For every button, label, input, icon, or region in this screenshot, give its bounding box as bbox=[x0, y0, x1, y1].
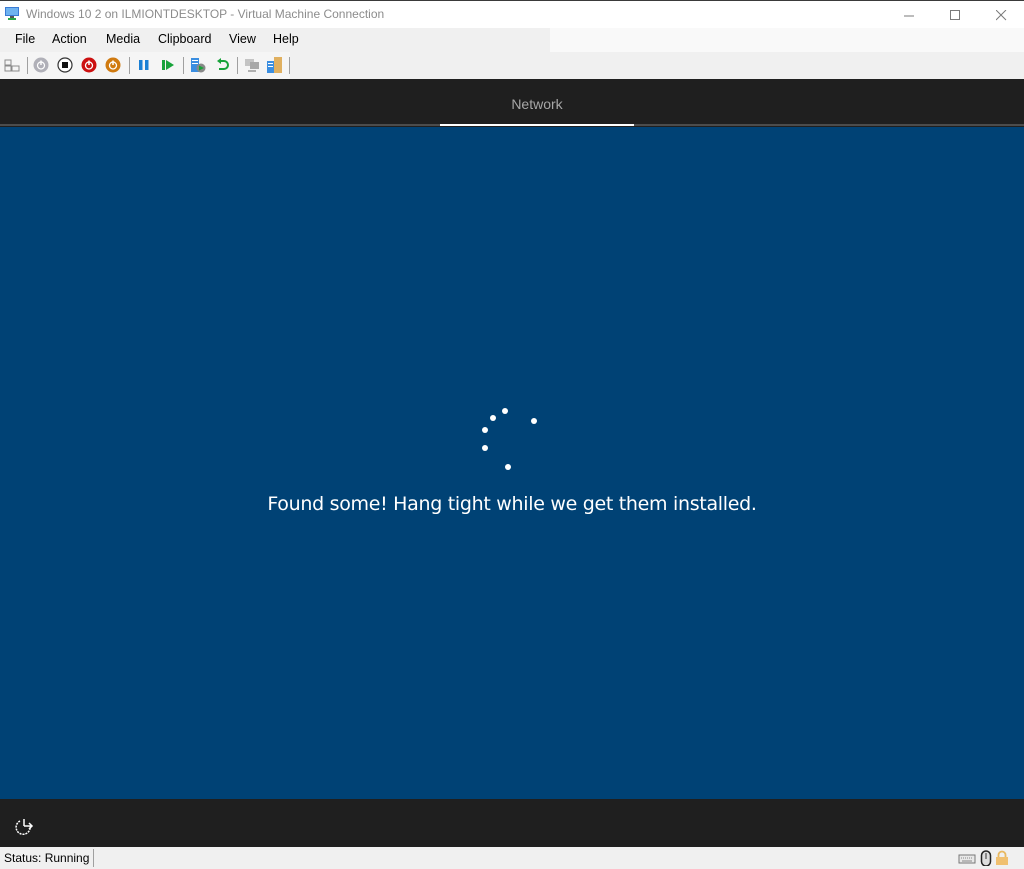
tab-network: Network bbox=[511, 96, 563, 112]
enhanced-session-button[interactable] bbox=[244, 57, 260, 73]
revert-button[interactable] bbox=[214, 57, 230, 73]
vm-status: Status: Running bbox=[4, 851, 90, 865]
maximize-button[interactable] bbox=[932, 1, 978, 29]
spinner-dot bbox=[490, 415, 496, 421]
menu-file[interactable]: File bbox=[15, 32, 35, 46]
ease-of-access-icon[interactable] bbox=[14, 815, 36, 835]
toolbar-separator bbox=[183, 57, 184, 74]
share-icon bbox=[267, 57, 282, 73]
share-button[interactable] bbox=[266, 57, 282, 73]
checkpoint-button[interactable] bbox=[190, 57, 206, 73]
spinner-dot bbox=[482, 445, 488, 451]
spinner-dot bbox=[502, 408, 508, 414]
window-title: Windows 10 2 on ILMIONTDESKTOP - Virtual… bbox=[26, 7, 385, 21]
close-button[interactable] bbox=[978, 1, 1024, 29]
save-state-icon bbox=[105, 57, 121, 73]
pause-button[interactable] bbox=[136, 57, 152, 73]
close-icon bbox=[995, 9, 1006, 20]
ctrl-alt-del-icon bbox=[4, 59, 20, 72]
toolbar bbox=[0, 52, 1024, 79]
menu-bar: File Action Media Clipboard View Help bbox=[0, 28, 1024, 52]
oobe-content: Found some! Hang tight while we get them… bbox=[0, 127, 1024, 799]
ctrl-alt-del-button[interactable] bbox=[4, 57, 20, 73]
minimize-button[interactable] bbox=[886, 1, 932, 29]
stop-icon bbox=[57, 57, 73, 73]
pause-icon bbox=[139, 60, 149, 70]
status-bar: Status: Running bbox=[0, 847, 1024, 869]
shutdown-icon bbox=[81, 57, 97, 73]
spinner-dot bbox=[482, 427, 488, 433]
revert-icon bbox=[217, 58, 229, 70]
active-tab-indicator bbox=[440, 124, 634, 126]
reset-icon bbox=[162, 60, 174, 70]
toolbar-separator bbox=[27, 57, 28, 74]
maximize-icon bbox=[949, 9, 960, 20]
vm-connection-icon bbox=[5, 7, 19, 20]
toolbar-separator bbox=[237, 57, 238, 74]
menu-view[interactable]: View bbox=[229, 32, 256, 46]
minimize-icon bbox=[903, 15, 914, 16]
checkpoint-icon bbox=[191, 58, 206, 73]
shut-down-button[interactable] bbox=[81, 57, 97, 73]
spinner-dot bbox=[505, 464, 511, 470]
start-button[interactable] bbox=[33, 57, 49, 73]
spinner-dot bbox=[531, 418, 537, 424]
status-separator bbox=[93, 849, 94, 867]
oobe-header: Network bbox=[0, 79, 1024, 126]
title-bar: Windows 10 2 on ILMIONTDESKTOP - Virtual… bbox=[0, 0, 1024, 28]
toolbar-separator bbox=[289, 57, 290, 74]
menu-action[interactable]: Action bbox=[52, 32, 87, 46]
menu-clipboard[interactable]: Clipboard bbox=[158, 32, 212, 46]
lock-icon bbox=[996, 850, 1008, 865]
turn-off-button[interactable] bbox=[57, 57, 73, 73]
menu-media[interactable]: Media bbox=[106, 32, 140, 46]
power-icon bbox=[33, 57, 49, 73]
mouse-icon bbox=[980, 850, 992, 866]
keyboard-icon bbox=[958, 854, 976, 864]
reset-button[interactable] bbox=[160, 57, 176, 73]
toolbar-separator bbox=[129, 57, 130, 74]
menu-help[interactable]: Help bbox=[273, 32, 299, 46]
save-button[interactable] bbox=[105, 57, 121, 73]
enhanced-session-icon bbox=[245, 59, 259, 72]
status-message: Found some! Hang tight while we get them… bbox=[267, 493, 757, 515]
oobe-footer bbox=[0, 799, 1024, 847]
